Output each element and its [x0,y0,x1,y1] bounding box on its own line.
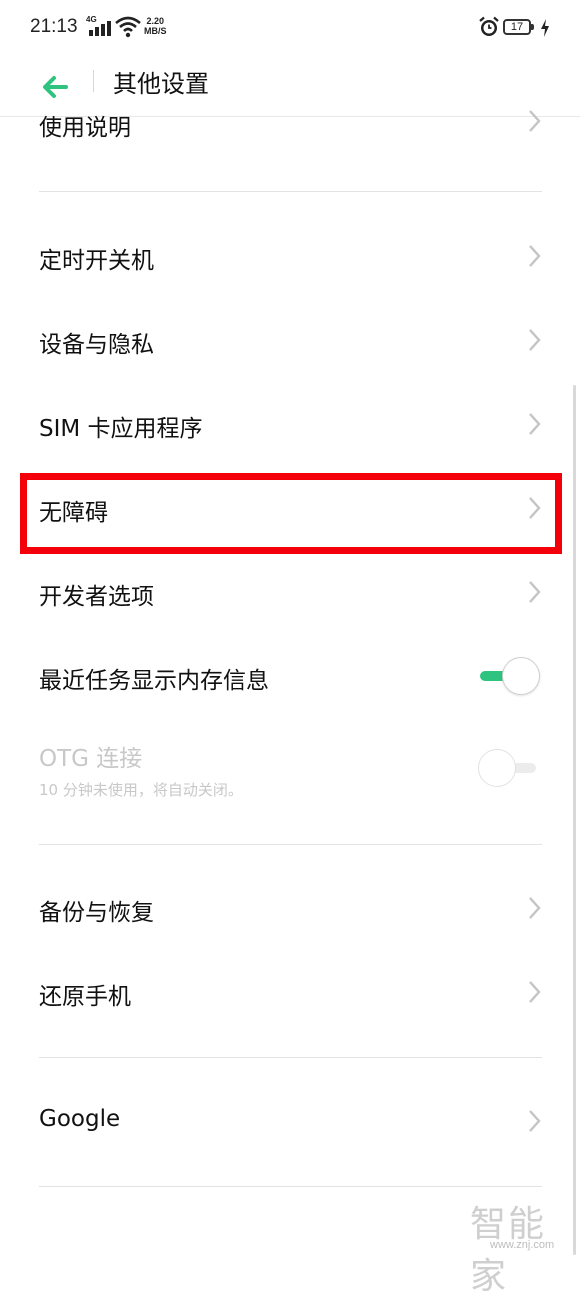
settings-item-label: 使用说明 [39,115,131,141]
settings-item-label: SIM 卡应用程序 [39,416,203,442]
app-bar-divider [93,70,94,92]
watermark-url: www.znj.com [490,1239,555,1251]
scrollbar[interactable] [573,385,576,1255]
highlight-box [20,473,562,554]
chevron-right-icon [529,981,541,1003]
settings-item-sim-apps[interactable]: SIM 卡应用程序 [0,385,580,465]
chevron-right-icon [529,245,541,267]
otg-toggle[interactable] [478,748,542,788]
charging-icon [539,18,551,42]
settings-item-recent-tasks-memory: 最近任务显示内存信息 [0,637,580,717]
section-divider [39,1186,542,1187]
chevron-right-icon [529,581,541,603]
network-type: 4G [86,15,97,24]
toggle-knob [478,749,516,787]
status-time: 21:13 [30,16,78,37]
alarm-icon [478,16,500,42]
settings-item-otg: OTG 连接 10 分钟未使用，将自动关闭。 [0,721,580,821]
settings-item-label: 最近任务显示内存信息 [39,668,269,694]
settings-item-label: OTG 连接 [39,746,143,772]
watermark-logo: 智能家 www.znj.com [466,1195,576,1297]
recent-tasks-memory-toggle[interactable] [478,656,542,696]
settings-item-device-privacy[interactable]: 设备与隐私 [0,301,580,381]
settings-item-label: 备份与恢复 [39,900,154,926]
battery-icon: 17 [503,19,534,35]
settings-item-instructions[interactable]: 使用说明 [0,107,580,167]
chevron-right-icon [529,413,541,435]
settings-item-subtitle: 10 分钟未使用，将自动关闭。 [39,781,243,799]
chevron-right-icon [529,1110,541,1132]
toggle-knob [502,657,540,695]
back-arrow-icon [43,76,68,98]
wifi-icon [115,16,141,42]
settings-item-label: Google [39,1106,121,1132]
status-bar: 21:13 4G 2.20 MB/S 17 [0,0,580,56]
settings-item-label: 开发者选项 [39,584,154,610]
speed-unit: MB/S [144,26,167,36]
chevron-right-icon [529,110,541,132]
network-speed: 2.20 MB/S [144,16,167,36]
page-title: 其他设置 [113,70,209,98]
section-divider [39,1057,542,1058]
speed-value: 2.20 [146,16,165,26]
chevron-right-icon [529,897,541,919]
cellular-signal-icon: 4G [86,15,111,38]
settings-item-reset-phone[interactable]: 还原手机 [0,953,580,1033]
settings-item-label: 定时开关机 [39,248,154,274]
section-divider [39,844,542,845]
settings-item-label: 设备与隐私 [39,332,154,358]
settings-item-backup-restore[interactable]: 备份与恢复 [0,869,580,949]
settings-item-label: 还原手机 [39,984,131,1010]
chevron-right-icon [529,329,541,351]
back-button[interactable] [36,66,76,106]
settings-item-scheduled-power[interactable]: 定时开关机 [0,217,580,297]
settings-item-developer-options[interactable]: 开发者选项 [0,553,580,633]
settings-item-google[interactable]: Google [0,1082,580,1162]
section-divider [39,191,542,192]
